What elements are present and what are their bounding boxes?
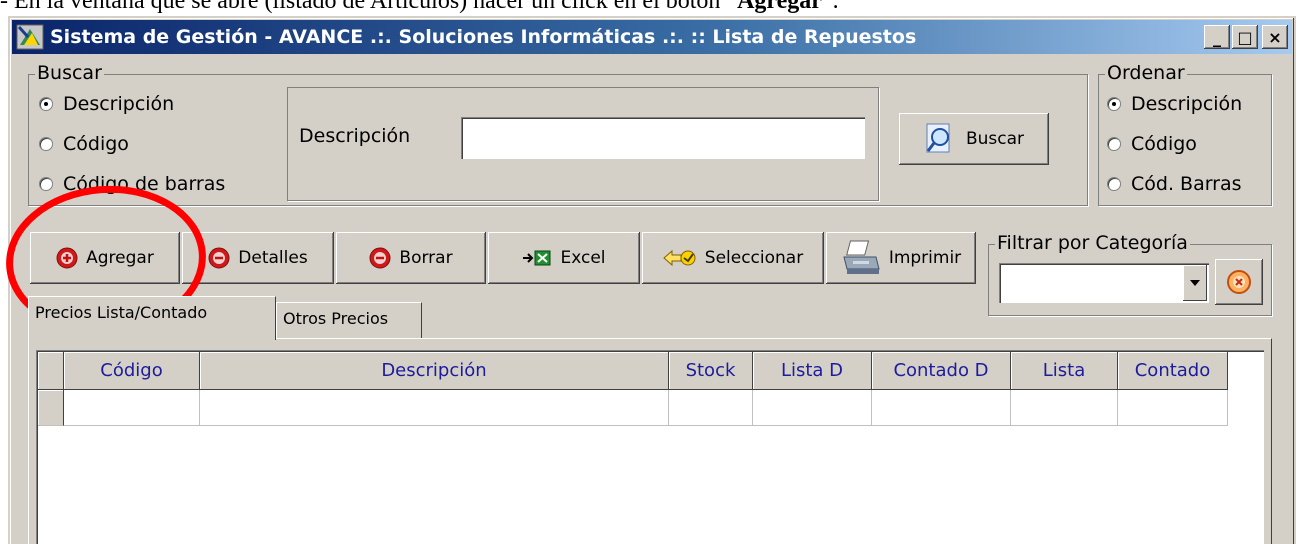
excel-button-label: Excel [560,248,606,268]
buscar-radio-codigo-label: Código [63,133,129,155]
buscar-legend: Buscar [35,62,104,84]
chevron-down-icon[interactable] [1183,265,1207,301]
imprimir-button[interactable]: Imprimir [826,232,976,284]
seleccionar-button-label: Seleccionar [704,248,804,268]
ordenar-group: Ordenar Descripción Código Cód. Barras [1098,62,1272,206]
tab-otros-precios-label: Otros Precios [283,309,389,328]
tab-otros-precios[interactable]: Otros Precios [276,302,422,338]
select-arrow-icon [663,249,696,267]
app-logo-icon [16,24,44,50]
ordenar-radio-descripcion[interactable]: Descripción [1107,93,1242,115]
descripcion-field-label: Descripción [299,125,411,147]
seleccionar-button[interactable]: Seleccionar [642,232,824,284]
imprimir-button-label: Imprimir [888,248,962,268]
detalles-button[interactable]: Detalles [182,232,334,284]
ordenar-radio-codigo[interactable]: Código [1107,133,1197,155]
grid-col-descripcion[interactable]: Descripción [200,352,669,390]
minus-circle-icon [208,247,230,269]
grid-cell-contado[interactable] [1118,390,1228,426]
close-icon: × [1268,27,1282,47]
descripcion-input[interactable] [461,117,865,159]
grid-col-lista-d[interactable]: Lista D [753,352,872,390]
ordenar-legend: Ordenar [1105,62,1187,84]
filtrar-group: Filtrar por Categoría [988,232,1272,316]
buscar-radio-descripcion-label: Descripción [63,93,175,115]
grid-cell-lista[interactable] [1011,390,1118,426]
grid-cell-descripcion[interactable] [200,390,669,426]
radio-unchecked-icon [1107,137,1121,151]
agregar-button[interactable]: Agregar [30,232,180,284]
grid-col-contado[interactable]: Contado [1118,352,1228,390]
filtrar-legend: Filtrar por Categoría [995,232,1190,254]
grid-col-stock[interactable]: Stock [669,352,753,390]
tab-precios-lista-contado-label: Precios Lista/Contado [35,303,208,322]
categoria-select[interactable] [999,263,1209,303]
grid-row-indicator[interactable] [38,390,64,426]
minus-circle-icon [369,247,391,269]
minimize-button[interactable]: _ [1204,25,1230,49]
ordenar-radio-descripcion-label: Descripción [1131,93,1243,115]
radio-checked-icon [39,97,53,111]
articulos-grid[interactable]: Código Descripción Stock Lista D Contado… [36,350,1264,544]
agregar-button-label: Agregar [86,248,154,268]
clear-circle-icon [1227,270,1251,294]
printer-icon [843,240,880,274]
plus-circle-icon [56,247,78,269]
buscar-radio-descripcion[interactable]: Descripción [39,93,174,115]
borrar-button-label: Borrar [399,248,453,268]
maximize-button[interactable]: □ [1232,25,1258,49]
buscar-button-label: Buscar [965,129,1025,149]
close-button[interactable]: × [1262,25,1288,49]
title-bar[interactable]: Sistema de Gestión - AVANCE .:. Solucion… [12,20,1292,54]
table-row[interactable] [38,390,1228,426]
grid-cell-codigo[interactable] [64,390,200,426]
excel-icon [523,250,551,266]
detalles-button-label: Detalles [238,248,308,268]
buscar-radio-codigo[interactable]: Código [39,133,129,155]
search-magnifier-icon [926,123,950,153]
radio-unchecked-icon [1107,177,1121,191]
grid-col-codigo[interactable]: Código [64,352,200,390]
radio-checked-icon [1107,97,1121,111]
borrar-button[interactable]: Borrar [336,232,486,284]
ordenar-radio-cod-barras-label: Cód. Barras [1131,173,1242,195]
buscar-group: Buscar Descripción Código Código de barr… [28,62,1088,206]
window-title: Sistema de Gestión - AVANCE .:. Solucion… [50,26,917,48]
tab-precios-lista-contado[interactable]: Precios Lista/Contado [28,296,276,340]
excel-button[interactable]: Excel [488,232,640,284]
app-window: Sistema de Gestión - AVANCE .:. Solucion… [8,16,1296,544]
grid-cell-stock[interactable] [669,390,753,426]
ordenar-radio-cod-barras[interactable]: Cód. Barras [1107,173,1242,195]
grid-cell-lista-d[interactable] [753,390,872,426]
radio-unchecked-icon [39,137,53,151]
buscar-button[interactable]: Buscar [899,113,1049,165]
maximize-icon: □ [1237,27,1253,47]
grid-header-row: Código Descripción Stock Lista D Contado… [38,352,1228,390]
instruction-bold: Agregar [737,0,822,14]
buscar-radio-codigo-barras[interactable]: Código de barras [39,173,225,195]
grid-col-lista[interactable]: Lista [1011,352,1118,390]
buscar-radio-codigo-barras-label: Código de barras [63,173,226,195]
instruction-prefix: - En la ventana que se abre (listado de … [0,0,738,14]
grid-row-indicator-header [38,352,64,390]
ordenar-radio-codigo-label: Código [1131,133,1197,155]
grid-col-contado-d[interactable]: Contado D [872,352,1011,390]
instruction-suffix: ”. [821,0,839,14]
clear-filter-button[interactable] [1215,259,1263,305]
radio-unchecked-icon [39,177,53,191]
grid-cell-contado-d[interactable] [872,390,1011,426]
minimize-icon: _ [1213,27,1221,47]
